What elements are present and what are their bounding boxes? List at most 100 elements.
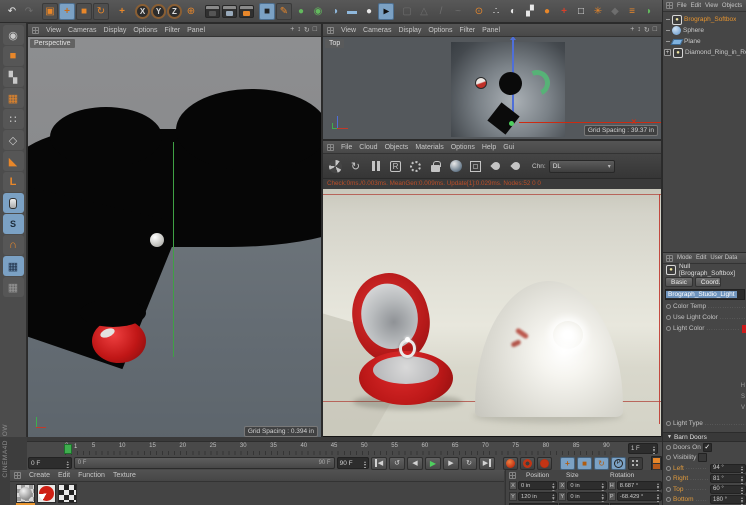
stepper-icon[interactable]: ▴ ▾ <box>739 485 743 493</box>
menu-objects[interactable]: Objects <box>385 144 409 151</box>
add-boolean-icon[interactable]: ◐ <box>505 3 521 20</box>
visibility-checkbox[interactable]: ✓ <box>698 453 708 463</box>
region-render-icon[interactable]: R <box>388 159 403 174</box>
material-thumbnail-red[interactable] <box>37 484 56 503</box>
panel-handle-icon[interactable] <box>32 26 39 34</box>
doors-on-checkbox[interactable]: ✓ <box>702 442 712 452</box>
viewport-zoom-icon[interactable]: ↕ <box>637 26 641 34</box>
timeline-ruler[interactable]: 051015202530354045505560657075808590 1 1… <box>27 441 662 455</box>
viewport-rotate-icon[interactable]: ↻ <box>644 26 650 34</box>
top-scene[interactable]: ✕ Grid Spacing : 39.37 in <box>323 37 661 139</box>
viewport-filter-icon[interactable] <box>2 193 24 213</box>
magnify-icon[interactable]: ⊙ <box>471 3 487 20</box>
size-x-field[interactable]: 0 in ▴ ▾ <box>567 481 607 490</box>
menu-texture[interactable]: Texture <box>113 472 136 479</box>
stepper-icon[interactable]: ▴ ▾ <box>65 459 69 467</box>
panel-handle-icon[interactable] <box>666 254 673 262</box>
add-pen-icon[interactable]: ✎ <box>276 2 292 20</box>
points-mode-icon[interactable]: ∷ <box>2 109 24 129</box>
record-rotation-toggle[interactable]: ↻ <box>594 456 609 470</box>
material-thumbnail-gray[interactable] <box>16 484 35 505</box>
menu-objects[interactable]: Objects <box>722 3 742 9</box>
record-position-toggle[interactable]: + <box>560 456 575 470</box>
y-axis-lock-icon[interactable]: Y <box>151 3 166 19</box>
model-mode-icon[interactable]: ■ <box>2 46 24 66</box>
add-subdivision-surface-icon[interactable]: ● <box>293 3 309 20</box>
property-light-type[interactable]: Light Type <box>663 418 746 429</box>
add-floor-icon[interactable]: ▬ <box>344 3 360 20</box>
coordinate-system-icon[interactable]: ⊕ <box>183 3 199 20</box>
lock-resolution-icon[interactable] <box>428 159 443 174</box>
z-axis-lock-icon[interactable]: Z <box>167 3 182 19</box>
viewport-pan-icon[interactable]: + <box>630 26 634 34</box>
menu-edit[interactable]: Edit <box>696 255 706 261</box>
rotate-tool-icon[interactable]: ↻ <box>93 2 109 20</box>
menu-help[interactable]: Help <box>482 144 496 151</box>
menu-filter[interactable]: Filter <box>460 27 476 34</box>
property-use-light-color[interactable]: Use Light Color <box>663 312 746 323</box>
make-editable-icon[interactable]: ◉ <box>2 25 24 45</box>
menu-view[interactable]: View <box>46 27 61 34</box>
snap-grid-icon[interactable]: ▦ <box>2 277 24 297</box>
workplane-lock-icon[interactable]: ▦ <box>2 256 24 276</box>
property-light-color[interactable]: Light Color <box>663 323 746 334</box>
keyframe-selection-button[interactable] <box>537 456 552 470</box>
menu-filter[interactable]: Filter <box>165 27 181 34</box>
object-row-brograph-softbox[interactable]: ● Brograph_Softbox <box>663 14 746 25</box>
property-color-temp[interactable]: Color Temp <box>663 301 746 312</box>
animation-palette-icon[interactable] <box>651 455 662 471</box>
spline-rect-icon[interactable]: ▢ <box>399 3 415 20</box>
tab-coord[interactable]: Coord. <box>694 277 721 287</box>
axis-modify-icon[interactable]: + <box>114 3 130 20</box>
barn-top-field[interactable]: 60 ° ▴ ▾ <box>710 484 746 494</box>
current-frame-field[interactable]: 0 F ▴ ▾ <box>28 457 72 469</box>
add-symmetry-icon[interactable]: ▞ <box>522 3 538 20</box>
autokeying-button[interactable] <box>520 456 535 470</box>
add-field-icon[interactable]: □ <box>573 3 589 20</box>
current-frame-marker[interactable] <box>64 444 72 454</box>
add-character-icon[interactable]: ◆ <box>607 3 623 20</box>
add-metaball-icon[interactable]: ● <box>539 3 555 20</box>
panel-handle-icon[interactable] <box>14 472 21 479</box>
edges-mode-icon[interactable]: ◇ <box>2 130 24 150</box>
render-image[interactable] <box>323 189 661 438</box>
null-light-icon[interactable]: ● <box>672 14 682 25</box>
record-parameter-toggle[interactable]: P <box>611 456 626 470</box>
expand-icon[interactable]: + <box>664 49 671 56</box>
record-keyframe-button[interactable] <box>503 456 518 470</box>
keyframe-dot-icon[interactable] <box>666 304 671 309</box>
stepper-icon[interactable]: ▴ ▾ <box>362 459 366 467</box>
play-reverse-button[interactable]: ↺ <box>389 456 405 470</box>
viewport-label[interactable]: Perspective <box>30 39 75 48</box>
barn-right-field[interactable]: 81 ° ▴ ▾ <box>710 474 746 484</box>
add-deformer-icon[interactable]: ◑ <box>327 3 343 20</box>
menu-materials[interactable]: Materials <box>415 144 443 151</box>
menu-view[interactable]: View <box>705 3 718 9</box>
add-dynamics-icon[interactable]: ◗ <box>641 3 657 20</box>
object-row-plane[interactable]: Plane <box>663 36 746 47</box>
barn-left-field[interactable]: 94 ° ▴ ▾ <box>710 463 746 473</box>
perspective-scene[interactable]: Grid Spacing : 0.394 in <box>28 37 321 440</box>
add-light-icon[interactable]: ● <box>361 3 377 20</box>
keyframe-dot-icon[interactable] <box>666 486 671 492</box>
menu-edit[interactable]: Edit <box>58 472 70 479</box>
menu-options[interactable]: Options <box>133 27 157 34</box>
keyframe-dot-icon[interactable] <box>666 444 671 450</box>
rotation-p-field[interactable]: -68.429 ° ▴ ▾ <box>616 492 662 501</box>
spline-line-icon[interactable]: / <box>433 3 449 20</box>
menu-file[interactable]: File <box>677 3 687 9</box>
viewport-zoom-icon[interactable]: ↕ <box>297 26 301 34</box>
spline-sketch-icon[interactable]: ~ <box>450 3 466 20</box>
barn-bottom-field[interactable]: 180 ° ▴ ▾ <box>710 495 746 505</box>
menu-display[interactable]: Display <box>398 27 421 34</box>
add-emitter-icon[interactable]: ✳ <box>590 3 606 20</box>
render-ball-icon[interactable] <box>448 159 463 174</box>
keyframe-dot-icon[interactable] <box>666 315 671 320</box>
viewport-rotate-icon[interactable]: ↻ <box>304 26 310 34</box>
name-field[interactable]: Brograph_Studio_Light <box>665 289 745 300</box>
position-y-field[interactable]: 120 in ▴ ▾ <box>518 492 558 501</box>
position-x-field[interactable]: 0 in ▴ ▾ <box>518 481 558 490</box>
render-picture-viewer-icon[interactable] <box>221 3 237 20</box>
menu-cameras[interactable]: Cameras <box>363 27 391 34</box>
menu-edit[interactable]: Edit <box>691 3 701 9</box>
